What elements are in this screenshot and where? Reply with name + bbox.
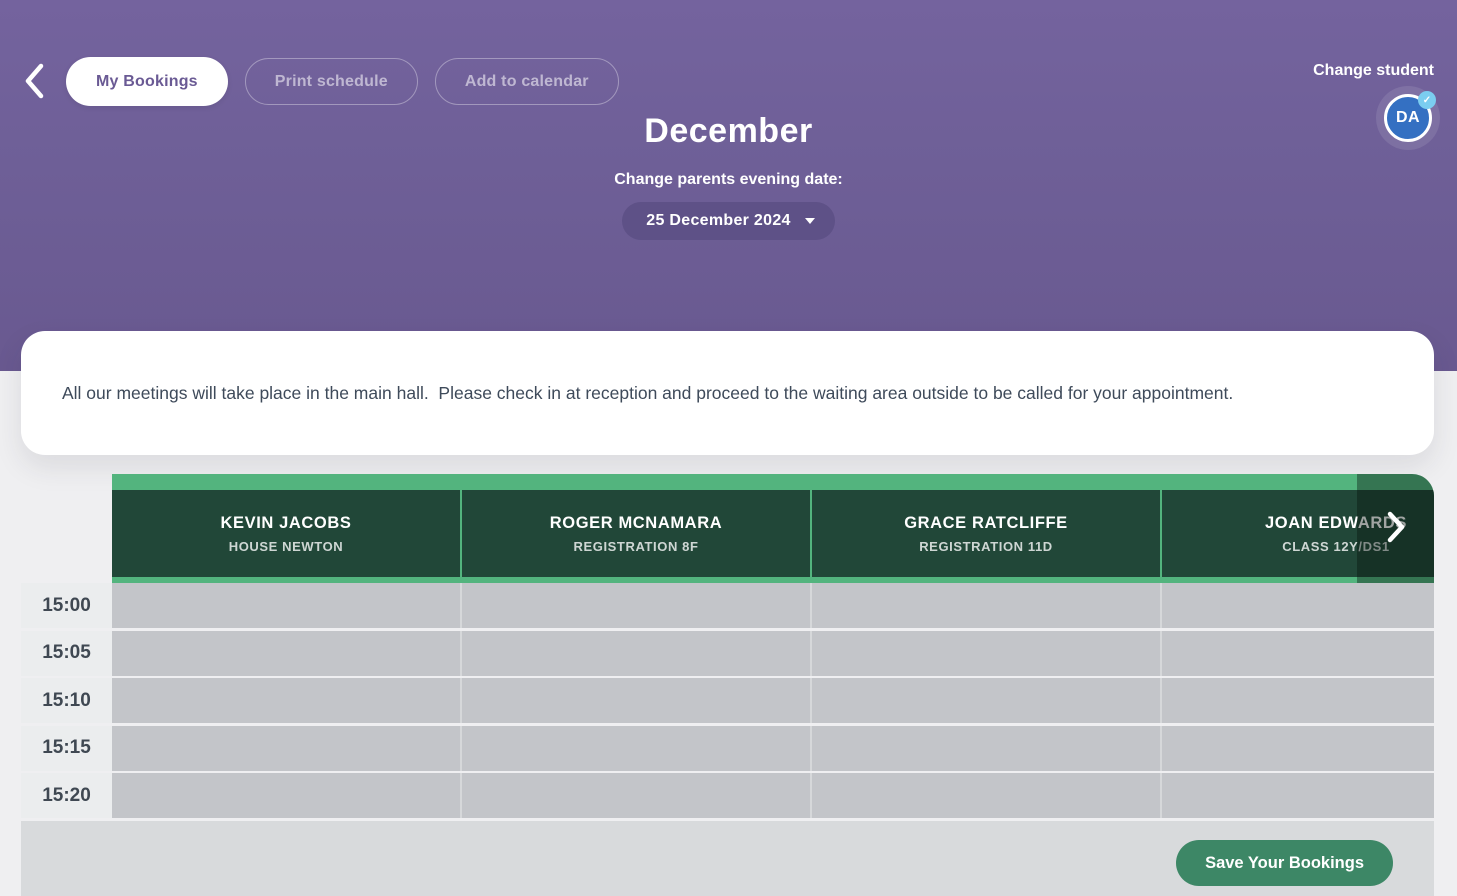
grid-footer: Save Your Bookings	[21, 821, 1434, 896]
time-row: 15:20	[21, 773, 1434, 818]
slot-cell[interactable]	[112, 583, 460, 628]
teacher-column-header: GRACE RATCLIFFE REGISTRATION 11D	[812, 490, 1160, 577]
slot-cell[interactable]	[812, 726, 1160, 771]
slot-cell[interactable]	[812, 583, 1160, 628]
time-label: 15:00	[21, 583, 112, 628]
time-label: 15:10	[21, 678, 112, 723]
teacher-name: GRACE RATCLIFFE	[904, 514, 1068, 533]
selected-check-icon: ✓	[1418, 91, 1436, 109]
slot-cell[interactable]	[812, 773, 1160, 818]
change-student-label: Change student	[1313, 62, 1434, 80]
time-row: 15:15	[21, 726, 1434, 771]
page-title: December	[0, 112, 1457, 151]
slot-cell[interactable]	[1162, 583, 1434, 628]
chevron-down-icon	[805, 218, 815, 224]
time-row: 15:00	[21, 583, 1434, 628]
teacher-column-header: KEVIN JACOBS HOUSE NEWTON	[112, 490, 460, 577]
chevron-right-icon	[1386, 511, 1406, 546]
time-label: 15:20	[21, 773, 112, 818]
time-label: 15:15	[21, 726, 112, 771]
venue-notice-card: All our meetings will take place in the …	[21, 331, 1434, 455]
slot-cell[interactable]	[112, 678, 460, 723]
time-row: 15:05	[21, 631, 1434, 676]
slot-cell[interactable]	[812, 631, 1160, 676]
slot-cell[interactable]	[462, 583, 810, 628]
time-label: 15:05	[21, 631, 112, 676]
slot-cell[interactable]	[462, 631, 810, 676]
tab-my-bookings[interactable]: My Bookings	[66, 57, 228, 106]
teacher-header-row: KEVIN JACOBS HOUSE NEWTON ROGER MCNAMARA…	[112, 474, 1434, 583]
teacher-name: ROGER MCNAMARA	[550, 514, 722, 533]
teacher-name: KEVIN JACOBS	[221, 514, 352, 533]
back-button[interactable]	[16, 60, 52, 104]
header-tabs: My Bookings Print schedule Add to calend…	[66, 57, 619, 106]
hero-banner: My Bookings Print schedule Add to calend…	[0, 0, 1457, 371]
slot-cell[interactable]	[1162, 631, 1434, 676]
slot-cell[interactable]	[462, 678, 810, 723]
teacher-group: REGISTRATION 8F	[573, 539, 698, 554]
slot-cell[interactable]	[812, 678, 1160, 723]
slot-cell[interactable]	[462, 773, 810, 818]
teacher-group: HOUSE NEWTON	[229, 539, 344, 554]
selected-date-label: 25 December 2024	[646, 212, 790, 230]
save-bookings-button[interactable]: Save Your Bookings	[1176, 840, 1393, 886]
slot-cell[interactable]	[1162, 773, 1434, 818]
date-change-label: Change parents evening date:	[0, 171, 1457, 189]
teacher-column-header: ROGER MCNAMARA REGISTRATION 8F	[462, 490, 810, 577]
teacher-group: REGISTRATION 11D	[919, 539, 1053, 554]
chevron-left-icon	[23, 63, 45, 102]
slot-cell[interactable]	[112, 726, 460, 771]
slot-cell[interactable]	[462, 726, 810, 771]
slot-cell[interactable]	[1162, 726, 1434, 771]
date-select-dropdown[interactable]: 25 December 2024	[622, 202, 834, 240]
scroll-right-button[interactable]	[1357, 474, 1434, 583]
time-row: 15:10	[21, 678, 1434, 723]
slot-cell[interactable]	[112, 773, 460, 818]
booking-grid: 15:00 15:05 15:10 15:15	[21, 583, 1434, 821]
venue-notice-text: All our meetings will take place in the …	[62, 383, 1233, 404]
slot-cell[interactable]	[1162, 678, 1434, 723]
slot-cell[interactable]	[112, 631, 460, 676]
tab-print-schedule[interactable]: Print schedule	[245, 58, 418, 105]
tab-add-to-calendar[interactable]: Add to calendar	[435, 58, 619, 105]
